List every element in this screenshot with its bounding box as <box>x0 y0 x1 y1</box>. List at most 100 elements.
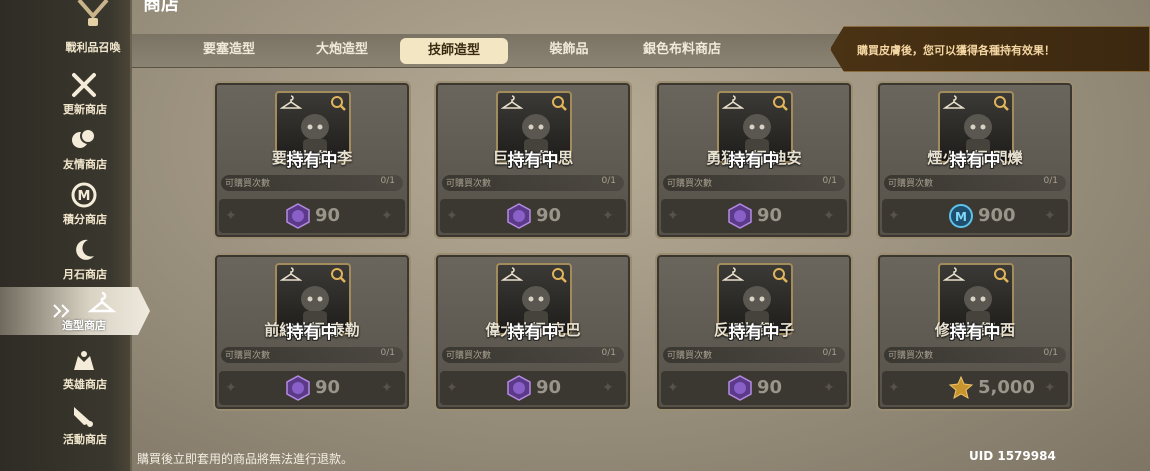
price-button[interactable]: ✦ 90 ✦ <box>661 371 847 405</box>
purchase-limit-label: 可購買次數 <box>888 179 934 189</box>
hanger-icon <box>943 267 965 281</box>
ornament-right-icon: ✦ <box>381 380 393 396</box>
user-id: UID 1579984 <box>969 449 1056 463</box>
ornament-right-icon: ✦ <box>1044 208 1056 224</box>
hanger-icon <box>722 267 744 281</box>
ornament-right-icon: ✦ <box>823 208 835 224</box>
price-value: 90 <box>536 205 562 226</box>
purchase-limit-count: 0/1 <box>822 176 837 186</box>
purchase-limit-label: 可購買次數 <box>888 351 934 361</box>
tab-silver-cloth-shop[interactable]: 銀色布料商店 <box>632 34 732 66</box>
notice-banner: 購買皮膚後，您可以獲得各種持有效果！ <box>830 26 1150 72</box>
medal-icon <box>948 375 974 400</box>
price-value: 900 <box>978 205 1016 226</box>
ornament-left-icon: ✦ <box>888 380 900 396</box>
owned-badge: 持有中 <box>728 151 780 171</box>
magnify-icon[interactable] <box>771 266 789 284</box>
ornament-left-icon: ✦ <box>888 208 900 224</box>
hanger-icon <box>280 267 302 281</box>
hanger-icon <box>88 291 116 313</box>
purchase-limit-row: 可購買次數 0/1 <box>663 175 845 191</box>
price-button[interactable]: ✦ 90 ✦ <box>661 199 847 233</box>
ornament-right-icon: ✦ <box>823 380 835 396</box>
skin-item-card[interactable]: 勇猛技師 迪安 持有中 可購買次數 0/1 ✦ 90 ✦ <box>655 81 853 239</box>
price-button[interactable]: ✦ 5,000 ✦ <box>882 371 1068 405</box>
magnify-icon[interactable] <box>329 266 347 284</box>
ornament-right-icon: ✦ <box>602 380 614 396</box>
tab-decorations[interactable]: 裝飾品 <box>534 34 604 66</box>
magnify-icon[interactable] <box>550 266 568 284</box>
friendship-icon <box>72 128 96 148</box>
points-coin-icon: M <box>71 182 97 208</box>
purple-gem-icon <box>507 375 531 401</box>
owned-badge: 持有中 <box>949 151 1001 171</box>
purchase-limit-count: 0/1 <box>380 176 395 186</box>
purchase-limit-label: 可購買次數 <box>225 351 271 361</box>
price-button[interactable]: ✦ 90 ✦ <box>219 199 405 233</box>
sidebar-item-label: 活動商店 <box>63 433 107 446</box>
ornament-left-icon: ✦ <box>667 208 679 224</box>
magnify-icon[interactable] <box>992 94 1010 112</box>
price-button[interactable]: ✦ 90 ✦ <box>440 199 626 233</box>
purchase-limit-row: 可購買次數 0/1 <box>663 347 845 363</box>
sidebar-item-friendship-shop[interactable]: 友情商店 <box>40 126 130 181</box>
swords-icon <box>72 73 96 97</box>
magnify-icon[interactable] <box>329 94 347 112</box>
purchase-limit-label: 可購買次數 <box>446 179 492 189</box>
owned-badge: 持有中 <box>286 151 338 171</box>
magnify-icon[interactable] <box>771 94 789 112</box>
skin-item-card[interactable]: 巨人技師 思持有中 可購買次數 0/1 ✦ 90 ✦ <box>434 81 632 239</box>
magnify-icon[interactable] <box>992 266 1010 284</box>
price-value: 90 <box>315 377 341 398</box>
tab-fortress-skin[interactable]: 要塞造型 <box>194 34 264 66</box>
sidebar-item-label: 更新商店 <box>63 103 107 116</box>
svg-text:M: M <box>955 210 967 224</box>
ornament-right-icon: ✦ <box>381 208 393 224</box>
hero-icon <box>74 351 94 370</box>
magnify-icon[interactable] <box>550 94 568 112</box>
purchase-limit-count: 0/1 <box>601 176 616 186</box>
sidebar-item-hero-shop[interactable]: 英雄商店 <box>40 346 130 401</box>
purple-gem-icon <box>286 375 310 401</box>
ornament-left-icon: ✦ <box>225 208 237 224</box>
ornament-right-icon: ✦ <box>602 208 614 224</box>
moon-icon <box>76 239 94 260</box>
owned-badge: 持有中 <box>507 151 559 171</box>
purple-gem-icon <box>728 203 752 229</box>
sidebar-item-refresh-shop[interactable]: 更新商店 <box>40 71 130 126</box>
sidebar-item-points-shop[interactable]: M 積分商店 <box>40 181 130 236</box>
hanger-icon <box>280 95 302 109</box>
sidebar-item-label: 戰利品召喚 <box>65 41 121 54</box>
sidebar-item-label: 月石商店 <box>63 268 107 281</box>
skin-item-card[interactable]: 要塞技師 李持有中 可購買次數 0/1 ✦ 90 ✦ <box>213 81 411 239</box>
skin-item-card[interactable]: 偉大技師 克巴 持有中 可購買次數 0/1 ✦ 90 ✦ <box>434 253 632 411</box>
purple-gem-icon <box>507 203 531 229</box>
price-button[interactable]: ✦ M 900 ✦ <box>882 199 1068 233</box>
sidebar-item-label: 積分商店 <box>63 213 107 226</box>
purchase-limit-row: 可購買次數 0/1 <box>221 175 403 191</box>
skin-item-card[interactable]: 反叛技師 子持有中 可購買次數 0/1 ✦ 90 ✦ <box>655 253 853 411</box>
ornament-left-icon: ✦ <box>667 380 679 396</box>
purchase-limit-count: 0/1 <box>380 348 395 358</box>
sidebar-item-skin-shop[interactable]: 造型商店 <box>0 287 150 335</box>
price-button[interactable]: ✦ 90 ✦ <box>219 371 405 405</box>
price-value: 90 <box>757 377 783 398</box>
page-title: 商店 <box>143 0 179 15</box>
tab-engineer-skin[interactable]: 技師造型 <box>400 38 508 64</box>
sidebar-item-event-shop[interactable]: 活動商店 <box>40 401 130 456</box>
purchase-limit-label: 可購買次數 <box>225 179 271 189</box>
price-value: 5,000 <box>978 377 1035 398</box>
skin-item-card[interactable]: 修理技師 西持有中 可購買次數 0/1 ✦ 5,000 ✦ <box>876 253 1074 411</box>
sidebar-item-trophy-summon[interactable]: 戰利品召喚 <box>58 0 128 55</box>
purchase-limit-row: 可購買次數 0/1 <box>884 175 1066 191</box>
skin-item-card[interactable]: 前線技師 泰勒 持有中 可購買次數 0/1 ✦ 90 ✦ <box>213 253 411 411</box>
purchase-limit-count: 0/1 <box>1043 176 1058 186</box>
tab-cannon-skin[interactable]: 大炮造型 <box>307 34 377 66</box>
refund-notice: 購買後立即套用的商品將無法進行退款。 <box>137 452 354 466</box>
purchase-limit-label: 可購買次數 <box>667 351 713 361</box>
price-button[interactable]: ✦ 90 ✦ <box>440 371 626 405</box>
owned-badge: 持有中 <box>507 323 559 343</box>
sidebar-item-moonstone-shop[interactable]: 月石商店 <box>40 236 130 291</box>
skin-item-card[interactable]: 煙火技師 閃爍 持有中 可購買次數 0/1 ✦ M 900 ✦ <box>876 81 1074 239</box>
purchase-limit-count: 0/1 <box>822 348 837 358</box>
